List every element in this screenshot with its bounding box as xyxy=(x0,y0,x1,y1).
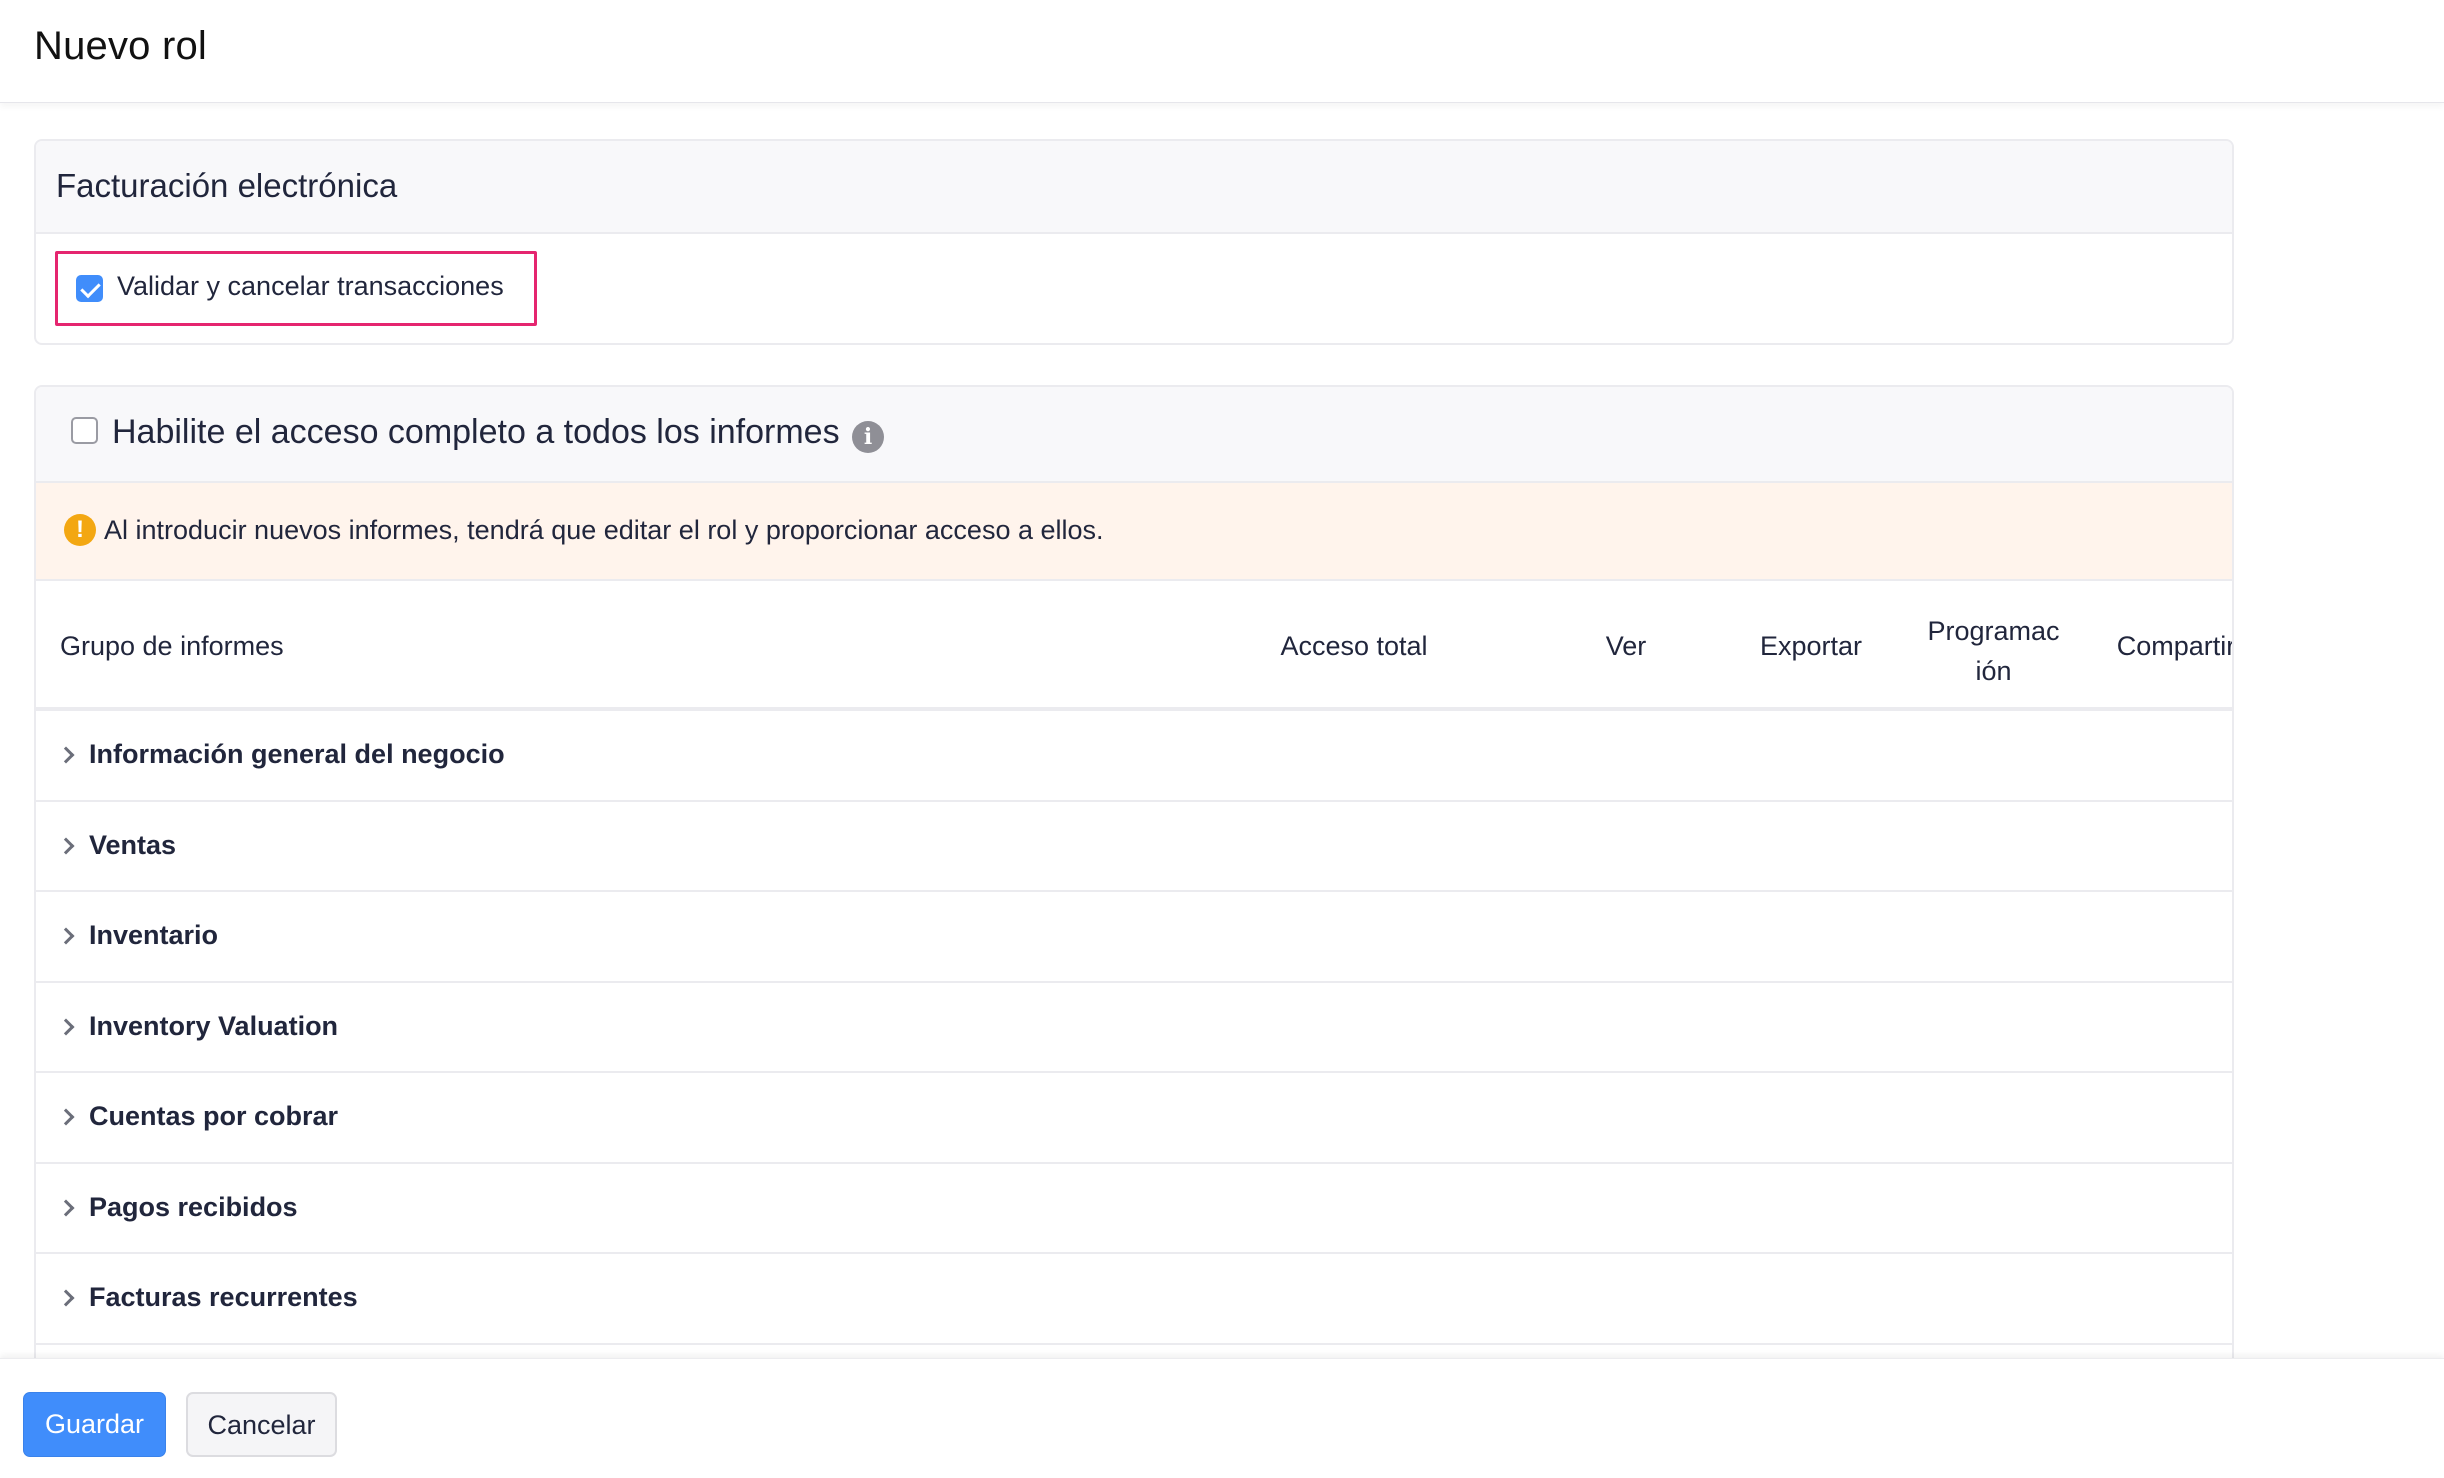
chevron-right-icon[interactable] xyxy=(57,1108,75,1126)
reports-table-header: Grupo de informes Acceso total Ver Expor… xyxy=(36,581,2234,711)
report-group-row[interactable]: Inventory Valuation xyxy=(36,983,2232,1073)
page-title: Nuevo rol xyxy=(34,24,207,68)
chevron-right-icon[interactable] xyxy=(57,837,75,854)
reports-panel-header: Habilite el acceso completo a todos los … xyxy=(36,387,2232,483)
warning-icon: ! xyxy=(64,514,96,546)
chevron-right-icon[interactable] xyxy=(57,927,75,945)
warning-text: Al introducir nuevos informes, tendrá qu… xyxy=(104,515,1104,545)
report-group-list: Información general del negocio Ventas I… xyxy=(36,711,2232,1383)
report-group-row[interactable]: Inventario xyxy=(36,892,2232,983)
warning-banner: ! Al introducir nuevos informes, tendrá … xyxy=(36,483,2232,581)
cancel-button[interactable]: Cancelar xyxy=(186,1392,337,1457)
full-reports-access-label[interactable]: Habilite el acceso completo a todos los … xyxy=(112,413,840,452)
chevron-right-icon[interactable] xyxy=(57,746,75,764)
report-group-label[interactable]: Inventory Valuation xyxy=(89,1011,338,1042)
full-reports-access-checkbox[interactable] xyxy=(71,417,98,444)
report-group-row[interactable]: Cuentas por cobrar xyxy=(36,1073,2232,1164)
column-header-schedule-line2: ión xyxy=(1975,656,2012,686)
chevron-right-icon[interactable] xyxy=(57,1199,75,1216)
column-header-full-access: Acceso total xyxy=(1280,631,1428,661)
column-header-view: Ver xyxy=(1605,631,1647,661)
save-button[interactable]: Guardar xyxy=(23,1392,166,1457)
new-role-page: Nuevo rol Facturación electrónica Valida… xyxy=(0,0,2444,1478)
report-group-label[interactable]: Facturas recurrentes xyxy=(89,1282,358,1313)
info-icon[interactable]: i xyxy=(852,421,884,453)
report-group-label[interactable]: Inventario xyxy=(89,920,218,951)
column-header-schedule-line1: Programac xyxy=(1927,616,2060,646)
einvoicing-panel-header: Facturación electrónica xyxy=(36,141,2232,234)
page-header: Nuevo rol xyxy=(0,0,2444,103)
column-header-schedule: Programac ión xyxy=(1906,611,2081,691)
reports-panel: Habilite el acceso completo a todos los … xyxy=(34,385,2234,1385)
report-group-row[interactable]: Facturas recurrentes xyxy=(36,1254,2232,1345)
validate-cancel-label[interactable]: Validar y cancelar transacciones xyxy=(117,271,504,302)
column-header-share: Compartir xyxy=(2116,631,2234,661)
column-header-export: Exportar xyxy=(1759,631,1863,661)
einvoicing-panel: Facturación electrónica Validar y cancel… xyxy=(34,139,2234,345)
report-group-label[interactable]: Ventas xyxy=(89,830,176,861)
report-group-label[interactable]: Cuentas por cobrar xyxy=(89,1101,338,1132)
report-group-label[interactable]: Información general del negocio xyxy=(89,739,505,770)
chevron-right-icon[interactable] xyxy=(57,1289,75,1307)
form-footer: Guardar Cancelar xyxy=(0,1358,2444,1478)
chevron-right-icon[interactable] xyxy=(57,1018,75,1035)
report-group-row[interactable]: Pagos recibidos xyxy=(36,1164,2232,1254)
report-group-row[interactable]: Ventas xyxy=(36,802,2232,892)
column-header-group: Grupo de informes xyxy=(60,631,284,661)
einvoicing-section-title: Facturación electrónica xyxy=(56,167,398,204)
validate-cancel-checkbox[interactable] xyxy=(76,275,103,302)
report-group-label[interactable]: Pagos recibidos xyxy=(89,1192,298,1223)
report-group-row[interactable]: Información general del negocio xyxy=(36,711,2232,802)
